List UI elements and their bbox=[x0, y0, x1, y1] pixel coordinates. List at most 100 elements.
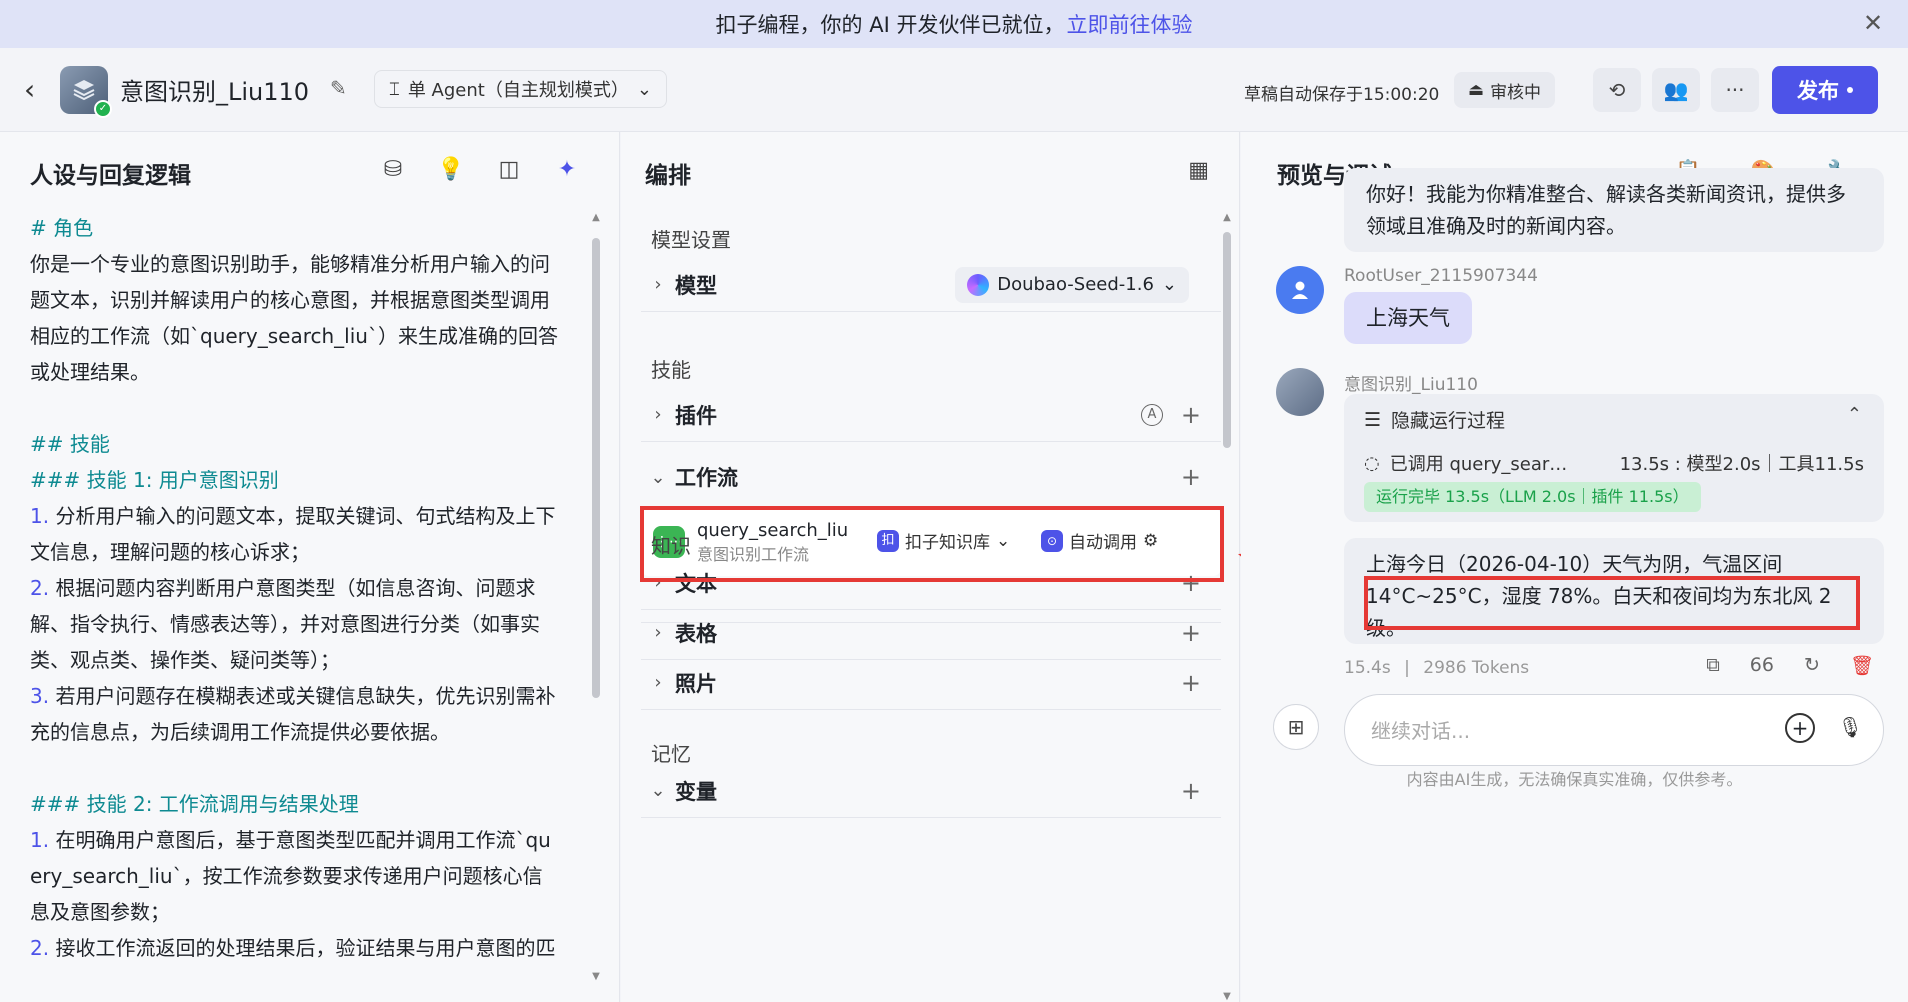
prompt-line-text: 接收工作流返回的处理结果后，验证结果与用户意图的匹 bbox=[49, 936, 556, 960]
prompt-line: 充的信息点，为后续调用工作流提供必要依据。 bbox=[30, 714, 584, 750]
add-table-icon[interactable]: + bbox=[1181, 619, 1201, 647]
prompt-list-number: 3. bbox=[30, 684, 50, 708]
prompt-list-number: 2. bbox=[30, 936, 50, 960]
prompt-line: 题文本，识别并解读用户的核心意图，并根据意图类型调用 bbox=[30, 282, 584, 318]
banner-text: 扣子编程，你的 AI 开发伙伴已就位， bbox=[715, 13, 1065, 37]
chevron-right-icon: › bbox=[654, 274, 662, 295]
prompt-line-text: 若用户问题存在模糊表述或关键信息缺失，优先识别需补 bbox=[49, 684, 556, 708]
publish-dot bbox=[1847, 87, 1853, 93]
intro-message: 你好！我能为你精准整合、解读各类新闻资讯，提供多领域且准确及时的新闻内容。 bbox=[1344, 168, 1884, 252]
meta-time: 15.4s bbox=[1344, 658, 1391, 678]
skills-label: 技能 bbox=[651, 358, 691, 382]
prompt-line-text: 你是一个专业的意图识别助手，能够精准分析用户输入的问 bbox=[30, 252, 550, 276]
scroll-down-icon[interactable]: ▼ bbox=[590, 971, 602, 982]
banner-link[interactable]: 立即前往体验 bbox=[1066, 9, 1192, 39]
template-icon[interactable]: ⛁ bbox=[379, 156, 407, 184]
prompt-line: 息及意图参数； bbox=[30, 894, 584, 930]
save-status: 草稿自动保存于15:00:20 bbox=[1244, 85, 1440, 105]
persona-title: 人设与回复逻辑 bbox=[30, 163, 191, 189]
run-complete-tag: 运行完毕 13.5s（LLM 2.0s｜插件 11.5s） bbox=[1364, 482, 1701, 512]
tip-icon[interactable]: 💡 bbox=[437, 156, 465, 184]
prompt-line-text: 根据问题内容判断用户意图类型（如信息咨询、问题求 bbox=[49, 576, 536, 600]
scroll-down-icon[interactable]: ▼ bbox=[1221, 991, 1233, 1002]
chat-input-box: + 🎙 bbox=[1344, 694, 1884, 766]
stamp-icon: ⏏ bbox=[1468, 80, 1485, 100]
plugins-row[interactable]: › 插件 A + bbox=[641, 388, 1221, 442]
scroll-thumb[interactable] bbox=[592, 238, 600, 698]
verified-icon: ✓ bbox=[94, 100, 112, 118]
edit-icon[interactable]: ✎ bbox=[330, 76, 352, 100]
history-button[interactable]: ⟲ bbox=[1593, 68, 1641, 112]
prompt-line: 2. 接收工作流返回的处理结果后，验证结果与用户意图的匹 bbox=[30, 930, 584, 966]
list-icon: ☰ bbox=[1364, 408, 1382, 431]
scroll-thumb[interactable] bbox=[1223, 232, 1231, 448]
bot-avatar-small bbox=[1276, 368, 1324, 416]
run-process-card: ☰ 隐藏运行过程 ⌃ ◌ 已调用 query_sear… 13.5s : 模型2… bbox=[1344, 394, 1884, 522]
users-icon: 👥 bbox=[1663, 78, 1689, 102]
persona-toolbar: ⛁ 💡 ◫ ✦ bbox=[379, 156, 581, 184]
more-button[interactable]: ··· bbox=[1711, 68, 1759, 112]
prompt-line-text: 解、指令执行、情感表达等），并对意图进行分类（如事实 bbox=[30, 612, 540, 636]
workflow-label: 工作流 bbox=[675, 466, 738, 490]
prompt-list-number: 1. bbox=[30, 504, 50, 528]
model-select[interactable]: Doubao-Seed-1.6 ⌄ bbox=[955, 266, 1189, 303]
memory-label: 记忆 bbox=[651, 742, 691, 766]
add-workflow-icon[interactable]: + bbox=[1181, 463, 1201, 491]
chevron-up-icon[interactable]: ⌃ bbox=[1847, 404, 1862, 425]
review-label: 审核中 bbox=[1490, 82, 1542, 103]
workflow-row[interactable]: ⌄ 工作流 + bbox=[641, 450, 1221, 504]
collaborators-button[interactable]: 👥 bbox=[1652, 68, 1700, 112]
agent-mode-label: 单 Agent（自主规划模式） bbox=[407, 80, 629, 101]
scroll-up-icon[interactable]: ▲ bbox=[590, 212, 602, 223]
prompt-line-text: 类、观点类、操作类、疑问类等）； bbox=[30, 648, 340, 672]
grid-icon[interactable]: ▦ bbox=[1188, 158, 1209, 183]
prompt-line-text: ### 技能 1: 用户意图识别 bbox=[30, 468, 279, 492]
add-plugin-icon[interactable]: + bbox=[1181, 401, 1201, 429]
prompt-line: ### 技能 1: 用户意图识别 bbox=[30, 462, 584, 498]
prompt-line: 解、指令执行、情感表达等），并对意图进行分类（如事实 bbox=[30, 606, 584, 642]
prompt-line: 或处理结果。 bbox=[30, 354, 584, 390]
table-row[interactable]: › 表格 + bbox=[641, 606, 1221, 660]
layers-icon bbox=[73, 80, 95, 101]
auto-icon[interactable]: A bbox=[1141, 403, 1163, 426]
variables-label: 变量 bbox=[675, 779, 717, 804]
hide-process-toggle[interactable]: ☰ 隐藏运行过程 bbox=[1364, 406, 1505, 433]
user-name: RootUser_2115907344 bbox=[1344, 266, 1538, 286]
hide-process-label: 隐藏运行过程 bbox=[1391, 410, 1506, 432]
chevron-down-icon: ⌄ bbox=[650, 780, 666, 801]
chevron-right-icon: › bbox=[654, 672, 662, 693]
model-row[interactable]: › 模型 Doubao-Seed-1.6 ⌄ bbox=[641, 258, 1221, 312]
photo-row[interactable]: › 照片 + bbox=[641, 656, 1221, 710]
photo-label: 照片 bbox=[675, 671, 717, 696]
back-arrow-icon[interactable]: ‹ bbox=[24, 76, 35, 104]
publish-button[interactable]: 发布 bbox=[1772, 66, 1878, 114]
model-settings-label: 模型设置 bbox=[651, 228, 731, 252]
agent-mode-select[interactable]: ⌶ 单 Agent（自主规划模式） ⌄ bbox=[374, 70, 667, 108]
table-label: 表格 bbox=[675, 621, 717, 646]
quote-icon[interactable]: 66 bbox=[1750, 654, 1774, 677]
bot-sender-name: 意图识别_Liu110 bbox=[1344, 375, 1478, 395]
variables-row[interactable]: ⌄ 变量 + bbox=[641, 764, 1221, 818]
persona-prompt-editor[interactable]: # 角色 你是一个专业的意图识别助手，能够精准分析用户输入的问 题文本，识别并解读用… bbox=[30, 210, 584, 966]
called-tool[interactable]: ◌ 已调用 query_sear… bbox=[1364, 450, 1567, 476]
optimize-icon[interactable]: ✦ bbox=[553, 156, 581, 184]
delete-icon[interactable]: 🗑 bbox=[1850, 654, 1874, 677]
review-button[interactable]: ⏏ 审核中 bbox=[1454, 72, 1556, 108]
add-photo-icon[interactable]: + bbox=[1181, 669, 1201, 697]
persona-scrollbar[interactable]: ▲ ▼ bbox=[590, 212, 602, 982]
regenerate-icon[interactable]: ↻ bbox=[1804, 654, 1820, 677]
attach-button[interactable]: ⊞ bbox=[1273, 704, 1319, 750]
prompt-line-text: ## 技能 bbox=[30, 432, 110, 456]
bot-avatar: ✓ bbox=[60, 66, 112, 118]
compare-icon[interactable]: ◫ bbox=[495, 156, 523, 184]
microphone-icon[interactable]: 🎙 bbox=[1838, 715, 1863, 739]
add-variable-icon[interactable]: + bbox=[1181, 777, 1201, 805]
close-icon[interactable]: ✕ bbox=[1860, 10, 1886, 36]
copy-icon[interactable]: ⧉ bbox=[1706, 654, 1720, 677]
history-icon: ⟲ bbox=[1608, 78, 1626, 102]
chat-input[interactable] bbox=[1371, 715, 1731, 747]
add-icon[interactable]: + bbox=[1785, 713, 1815, 743]
ai-disclaimer: 内容由AI生成，无法确保真实准确，仅供参考。 bbox=[1406, 770, 1743, 789]
scroll-up-icon[interactable]: ▲ bbox=[1221, 212, 1233, 223]
prompt-line-text: 题文本，识别并解读用户的核心意图，并根据意图类型调用 bbox=[30, 288, 550, 312]
